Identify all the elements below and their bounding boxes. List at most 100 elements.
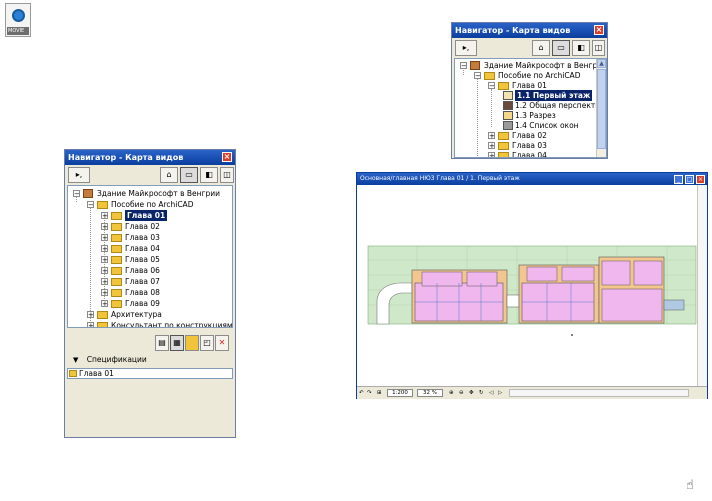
close-icon[interactable]: ×: [696, 175, 705, 184]
redo-icon[interactable]: ↷: [367, 387, 372, 399]
plan-window-title: Основная/главная НЮ3 Глава 01 / 1. Первы…: [360, 175, 520, 182]
expand-icon[interactable]: +: [101, 234, 108, 242]
tree-node[interactable]: + Глава 03: [100, 232, 232, 243]
folder-icon: [111, 212, 122, 220]
folder-icon[interactable]: [185, 335, 199, 351]
collapse-icon[interactable]: −: [488, 82, 495, 90]
folder-icon: [111, 289, 122, 297]
expand-icon[interactable]: +: [87, 311, 94, 319]
view-popup-button[interactable]: ▸,: [455, 40, 477, 56]
expand-icon[interactable]: +: [101, 212, 108, 220]
zoom-field[interactable]: 32 %: [417, 389, 443, 397]
tree-node-label: Глава 09: [125, 299, 160, 308]
folder-icon: [498, 132, 509, 140]
tree-node[interactable]: + Глава 05: [100, 254, 232, 265]
project-map-icon[interactable]: ⌂: [532, 40, 550, 56]
delete-icon[interactable]: ✕: [215, 335, 229, 351]
folder-icon: [111, 300, 122, 308]
publisher-icon[interactable]: ◫: [592, 40, 605, 56]
tree-node-label: Глава 02: [125, 222, 160, 231]
settings-icon[interactable]: ◰: [200, 335, 214, 351]
spec-field[interactable]: Глава 01: [67, 368, 233, 379]
new-folder-icon[interactable]: ▤: [155, 335, 169, 351]
plan-window-titlebar[interactable]: Основная/главная НЮ3 Глава 01 / 1. Первы…: [357, 173, 707, 185]
maximize-icon[interactable]: □: [685, 175, 694, 184]
folder-icon: [498, 142, 509, 150]
next-view-icon[interactable]: ▷: [498, 387, 502, 399]
expand-icon[interactable]: +: [101, 256, 108, 264]
navigator-palette-right: Навигатор - Карта видов × ▸, ⌂ ▭ ◧ ◫ − З…: [451, 22, 608, 159]
expand-icon[interactable]: +: [101, 289, 108, 297]
folder-icon: [111, 223, 122, 231]
collapse-icon[interactable]: −: [73, 190, 80, 198]
tree-node[interactable]: − Пособие по ArchiCAD: [86, 199, 232, 210]
zoom-out-icon[interactable]: ⊖: [459, 387, 464, 399]
view-popup-button[interactable]: ▸,: [68, 167, 90, 183]
tree-node[interactable]: + Глава 04: [100, 243, 232, 254]
navigator-titlebar[interactable]: Навигатор - Карта видов ×: [452, 23, 607, 38]
horizontal-scrollbar[interactable]: [509, 389, 689, 397]
view-map-icon[interactable]: ▭: [180, 167, 198, 183]
previous-view-icon[interactable]: ◁: [489, 387, 493, 399]
floor-plan-window: Основная/главная НЮ3 Глава 01 / 1. Первы…: [356, 172, 708, 399]
specifications-header[interactable]: ▼ Спецификации: [69, 354, 233, 366]
scroll-up-icon[interactable]: ▲: [597, 59, 606, 68]
view-map-icon[interactable]: ▭: [552, 40, 570, 56]
floor-plan-drawing: [367, 245, 697, 336]
expand-icon[interactable]: +: [101, 278, 108, 286]
zoom-fit-icon[interactable]: ⊞: [377, 387, 382, 399]
minimize-icon[interactable]: _: [674, 175, 683, 184]
tree-node[interactable]: + Глава 06: [100, 265, 232, 276]
close-icon[interactable]: ×: [222, 152, 232, 162]
expand-icon[interactable]: +: [101, 245, 108, 253]
zoom-value: 32 %: [423, 390, 437, 396]
expand-icon[interactable]: +: [101, 267, 108, 275]
plan-status-bar: ↶ ↷ ⊞ 1:200 32 % ⊕ ⊖ ✥ ↻ ◁ ▷: [357, 386, 707, 399]
tree-node[interactable]: + Глава 02: [100, 221, 232, 232]
publisher-icon[interactable]: ◫: [220, 167, 234, 183]
tree-node[interactable]: + Архитектура: [86, 309, 232, 320]
expand-icon[interactable]: +: [87, 322, 94, 327]
scale-field[interactable]: 1:200: [387, 389, 413, 397]
expand-icon[interactable]: +: [488, 142, 495, 150]
navigator-titlebar[interactable]: Навигатор - Карта видов ×: [65, 150, 235, 165]
tree-node[interactable]: + Консультант по конструкциям: [86, 320, 233, 328]
tree-node-label: Консультант по конструкциям: [111, 321, 233, 328]
plan-vertical-scrollbar[interactable]: [697, 185, 707, 386]
expand-icon[interactable]: +: [101, 300, 108, 308]
navigator-tree: − Здание Майкрософт в Венгрии − Пособие …: [454, 58, 607, 158]
tree-node[interactable]: + Глава 07: [100, 276, 232, 287]
section-icon: [503, 111, 513, 120]
tree-node-label: Здание Майкрософт в Венгрии: [97, 189, 220, 198]
layout-book-icon[interactable]: ◧: [200, 167, 218, 183]
navigator-tree: − Здание Майкрософт в Венгрии − Пособие …: [67, 185, 233, 328]
specifications-label: Спецификации: [86, 355, 147, 364]
tree-node[interactable]: + Глава 09: [100, 298, 232, 309]
tree-node[interactable]: + Глава 08: [100, 287, 232, 298]
expand-icon[interactable]: +: [101, 223, 108, 231]
layout-book-icon[interactable]: ◧: [572, 40, 590, 56]
close-icon[interactable]: ×: [594, 25, 604, 35]
tree-node[interactable]: + Глава 01: [100, 210, 232, 221]
tree-scrollbar[interactable]: ▲: [596, 59, 606, 157]
tree-node-label: Глава 05: [125, 255, 160, 264]
tree-node[interactable]: − Здание Майкрософт в Венгрии: [72, 188, 232, 199]
zoom-in-icon[interactable]: ⊕: [449, 387, 454, 399]
collapse-icon[interactable]: −: [460, 62, 467, 70]
undo-icon[interactable]: ↶: [359, 387, 364, 399]
collapse-icon[interactable]: −: [474, 72, 481, 80]
expand-icon[interactable]: +: [488, 152, 495, 157]
tree-node-label: Глава 04: [125, 244, 160, 253]
clone-folder-icon[interactable]: ▦: [170, 335, 184, 351]
pan-icon[interactable]: ✥: [469, 387, 474, 399]
collapse-icon[interactable]: −: [87, 201, 94, 209]
scroll-thumb[interactable]: [597, 69, 606, 149]
project-map-icon[interactable]: ⌂: [160, 167, 178, 183]
rotate-icon[interactable]: ↻: [479, 387, 484, 399]
movie-file-icon[interactable]: MOVIE: [3, 3, 33, 40]
navigator-palette-left: Навигатор - Карта видов × ▸, ⌂ ▭ ◧ ◫ − З…: [64, 149, 236, 438]
plan-canvas[interactable]: [357, 185, 699, 386]
expand-icon[interactable]: +: [488, 132, 495, 140]
tree-node-label: Глава 01: [125, 210, 168, 221]
folder-icon: [97, 201, 108, 209]
